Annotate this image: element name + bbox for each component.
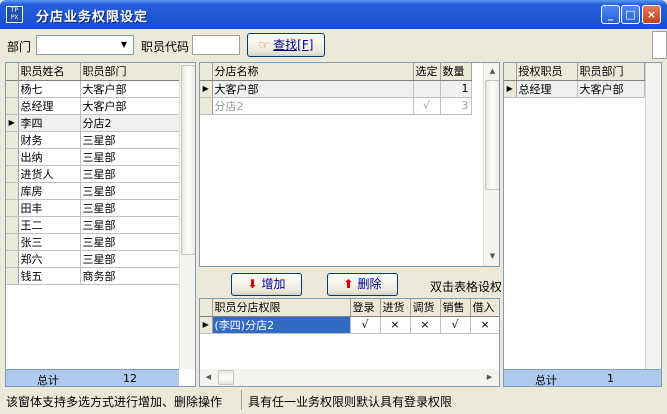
code-input[interactable] <box>192 35 240 55</box>
col-employee-dept[interactable]: 职员部门 <box>80 63 180 81</box>
close-button[interactable]: × <box>642 5 661 24</box>
permission-hscroll[interactable]: ◀ ▶ <box>200 369 499 386</box>
title-bar: TP PX 分店业务权限设定 _ □ × <box>0 0 667 29</box>
col-auth-dept[interactable]: 职员部门 <box>577 63 645 81</box>
authorized-grid-panel: 授权职员 职员部门 ▶ 总经理 大客户部 总计 1 <box>503 62 662 387</box>
delete-button[interactable]: ⬆ 删除 <box>327 273 398 296</box>
scroll-right-icon[interactable]: ▶ <box>482 370 497 385</box>
col-perm-name[interactable]: 职员分店权限 <box>212 299 351 317</box>
table-row[interactable]: ▶ 大客户部 1 <box>200 80 472 98</box>
table-row[interactable]: 郑六 三星部 <box>6 250 180 268</box>
col-branch-name[interactable]: 分店名称 <box>212 63 414 81</box>
row-pointer-icon: ▶ <box>6 114 19 132</box>
scroll-left-icon[interactable]: ◀ <box>201 370 216 385</box>
permission-grid-panel: 职员分店权限 登录 进货 调货 销售 借入 ▶ (李四)分店2 √ × × √ … <box>199 298 500 387</box>
arrow-up-icon: ⬆ <box>343 277 354 291</box>
row-pointer-icon: ▶ <box>504 80 517 98</box>
find-button[interactable]: ☞ 查找[F] <box>247 33 325 57</box>
branch-vscroll[interactable]: ▲ ▼ <box>483 63 499 266</box>
table-row[interactable]: 王二 三星部 <box>6 216 180 234</box>
status-left: 该窗体支持多选方式进行增加、删除操作 <box>6 395 223 409</box>
table-row[interactable]: ▶ 总经理 大客户部 <box>504 80 645 98</box>
col-perm-transfer[interactable]: 调货 <box>410 299 441 317</box>
employee-footer: 总计 12 <box>6 369 179 386</box>
table-row[interactable]: 田丰 三星部 <box>6 199 180 217</box>
perm-cell[interactable]: √ <box>440 316 471 334</box>
status-bar: 该窗体支持多选方式进行增加、删除操作 具有任一业务权限则默认具有登录权限 <box>0 388 667 414</box>
employee-vscroll[interactable] <box>179 63 195 369</box>
table-row[interactable]: 进货人 三星部 <box>6 165 180 183</box>
table-row[interactable]: 杨七 大客户部 <box>6 80 180 98</box>
branch-grid-panel: 分店名称 选定 数量 ▶ 大客户部 1 分店2 √ 3 ▲ ▼ <box>199 62 500 267</box>
table-row[interactable]: 库房 三星部 <box>6 182 180 200</box>
employee-grid-panel: 职员姓名 职员部门 杨七 大客户部 总经理 大客户部 ▶ 李四 分店2 财务 三星部 出纳… <box>5 62 196 387</box>
side-edge <box>652 31 667 59</box>
scroll-up-icon[interactable]: ▲ <box>485 64 499 79</box>
table-row[interactable]: 分店2 √ 3 <box>200 97 472 115</box>
minimize-button[interactable]: _ <box>601 5 620 24</box>
filter-toolbar: 部门 ▼ 职员代码 ☞ 查找[F] <box>0 29 667 61</box>
chevron-down-icon[interactable]: ▼ <box>117 38 131 52</box>
authorized-vscroll[interactable] <box>645 63 661 369</box>
table-row[interactable]: 出纳 三星部 <box>6 148 180 166</box>
col-branch-selected[interactable]: 选定 <box>413 63 441 81</box>
permission-grid: 职员分店权限 登录 进货 调货 销售 借入 ▶ (李四)分店2 √ × × √ … <box>200 299 499 334</box>
scroll-down-icon[interactable]: ▼ <box>485 249 499 264</box>
dept-select[interactable]: ▼ <box>36 35 134 55</box>
scroll-thumb[interactable] <box>181 65 195 255</box>
employee-total: 12 <box>123 372 137 385</box>
add-button[interactable]: ⬇ 增加 <box>231 273 302 296</box>
col-branch-qty[interactable]: 数量 <box>440 63 472 81</box>
table-row[interactable]: 张三 三星部 <box>6 233 180 251</box>
employee-grid: 职员姓名 职员部门 杨七 大客户部 总经理 大客户部 ▶ 李四 分店2 财务 三星部 出纳… <box>6 63 180 285</box>
dept-label: 部门 <box>7 40 32 54</box>
perm-cell[interactable]: × <box>410 316 441 334</box>
authorized-footer: 总计 1 <box>504 369 661 386</box>
col-employee-name[interactable]: 职员姓名 <box>18 63 81 81</box>
table-row[interactable]: 钱五 商务部 <box>6 267 180 285</box>
find-icon: ☞ <box>258 38 270 52</box>
perm-cell[interactable]: × <box>470 316 499 334</box>
col-perm-sales[interactable]: 销售 <box>440 299 471 317</box>
scroll-thumb[interactable] <box>218 370 234 385</box>
arrow-down-icon: ⬇ <box>247 277 258 291</box>
action-hint: 双击表格设权 <box>430 280 501 294</box>
authorized-grid: 授权职员 职员部门 ▶ 总经理 大客户部 <box>504 63 645 98</box>
app-icon: TP PX <box>6 6 23 23</box>
perm-cell[interactable]: × <box>380 316 411 334</box>
table-row[interactable]: ▶ (李四)分店2 √ × × √ × <box>200 316 499 334</box>
table-row[interactable]: 总经理 大客户部 <box>6 97 180 115</box>
maximize-button[interactable]: □ <box>621 5 640 24</box>
table-row[interactable]: 财务 三星部 <box>6 131 180 149</box>
authorized-total: 1 <box>607 372 614 385</box>
col-perm-login[interactable]: 登录 <box>350 299 381 317</box>
window-title: 分店业务权限设定 <box>36 10 149 25</box>
col-auth-name[interactable]: 授权职员 <box>516 63 578 81</box>
scroll-thumb[interactable] <box>485 80 499 190</box>
branch-grid: 分店名称 选定 数量 ▶ 大客户部 1 分店2 √ 3 <box>200 63 472 115</box>
status-right: 具有任一业务权限则默认具有登录权限 <box>248 395 453 409</box>
col-perm-borrow[interactable]: 借入 <box>470 299 499 317</box>
col-perm-purchase[interactable]: 进货 <box>380 299 411 317</box>
perm-cell[interactable]: √ <box>350 316 381 334</box>
code-label: 职员代码 <box>141 40 190 54</box>
row-pointer-icon: ▶ <box>200 316 213 334</box>
table-row[interactable]: ▶ 李四 分店2 <box>6 114 180 132</box>
row-pointer-icon: ▶ <box>200 80 213 98</box>
